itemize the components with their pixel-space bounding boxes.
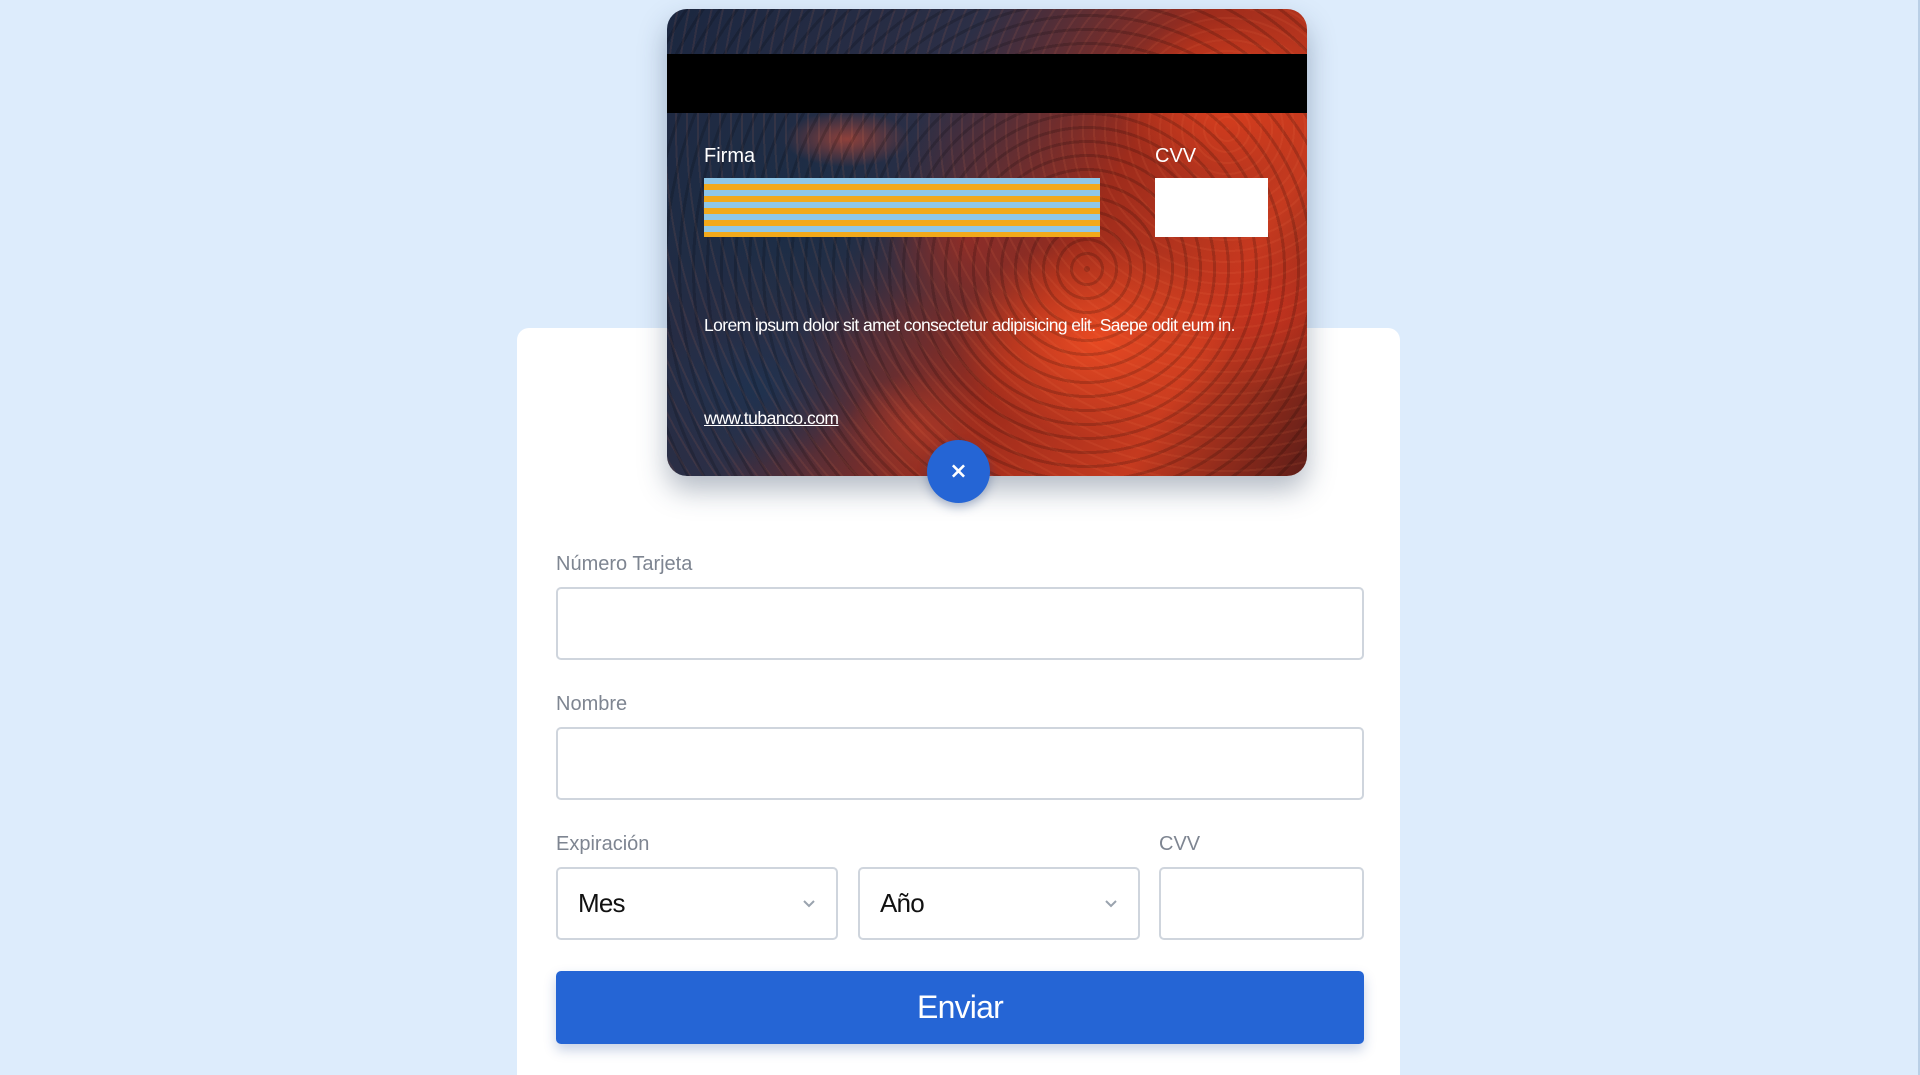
card-disclaimer-text: Lorem ipsum dolor sit amet consectetur a…	[704, 315, 1235, 335]
submit-button-label: Enviar	[917, 989, 1004, 1025]
signature-label: Firma	[704, 145, 756, 167]
submit-button[interactable]: Enviar	[556, 971, 1364, 1044]
name-input[interactable]	[556, 727, 1364, 800]
card-number-label: Número Tarjeta	[556, 553, 693, 575]
card-number-input[interactable]	[556, 587, 1364, 660]
signature-strip	[704, 178, 1100, 237]
close-card-button[interactable]: ×	[927, 440, 990, 503]
bank-website-link[interactable]: www.tubanco.com	[704, 408, 839, 429]
cvv-input[interactable]	[1159, 867, 1364, 940]
cvv-label: CVV	[1159, 833, 1201, 855]
page: Firma CVV Lorem ipsum dolor sit amet con…	[0, 0, 1920, 1075]
month-select[interactable]: Mes	[556, 867, 838, 940]
chevron-down-icon	[1104, 899, 1118, 909]
month-select-value: Mes	[578, 888, 626, 918]
name-label: Nombre	[556, 693, 628, 715]
chevron-down-icon	[802, 899, 816, 909]
year-select-value: Año	[880, 888, 925, 918]
expiration-label: Expiración	[556, 833, 650, 855]
year-select[interactable]: Año	[858, 867, 1140, 940]
close-icon: ×	[949, 458, 968, 484]
card-cvv-label: CVV	[1155, 145, 1197, 167]
magnetic-strip	[667, 54, 1307, 113]
credit-card-back: Firma CVV Lorem ipsum dolor sit amet con…	[667, 9, 1307, 476]
card-cvv-box	[1155, 178, 1268, 237]
